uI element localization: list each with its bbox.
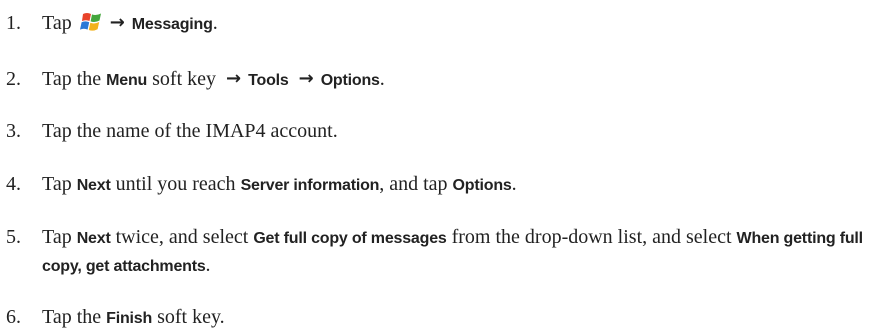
step-text: Tap → Messaging. [42, 10, 877, 38]
start-flag-pane [88, 22, 99, 31]
step-number: 5. [6, 226, 21, 248]
step-text: Tap the Finish soft key. [42, 304, 877, 332]
step-text-run: until you reach [110, 173, 241, 195]
step-text-run: from the drop-down list, and select [446, 226, 737, 248]
step-text: Tap Next until you reach Server informat… [42, 171, 877, 199]
step-text-run: soft key [147, 68, 222, 90]
arrow-right-icon: → [109, 12, 125, 33]
step-number: 6. [6, 306, 21, 328]
step-number: 2. [6, 68, 21, 90]
step-text: Tap the name of the IMAP4 account. [42, 118, 877, 144]
ui-term: Next [76, 230, 111, 247]
step-text-run: . [379, 68, 385, 90]
step-text-run: . [511, 173, 517, 195]
step-text-run: . [212, 12, 218, 34]
step-number: 4. [6, 173, 21, 195]
ui-term: Messaging [131, 16, 213, 33]
ui-term: Get full copy of messages [253, 230, 447, 247]
step-text-run: Tap the [42, 68, 107, 90]
step-text-run: Tap [42, 226, 77, 248]
ui-term: Finish [106, 310, 153, 327]
ui-term: Menu [106, 72, 148, 89]
windows-start-icon [79, 11, 105, 33]
ui-term: Tools [248, 72, 289, 89]
step-text-run: , and tap [379, 173, 453, 195]
step-number: 3. [6, 120, 21, 142]
start-flag-pane [81, 13, 91, 21]
step-text-run: twice, and select [110, 226, 254, 248]
start-flag-pane [79, 21, 89, 30]
ui-term: Options [452, 177, 512, 194]
step-text: Tap the Menu soft key → Tools → Options. [42, 66, 877, 94]
ui-term: Server information [240, 177, 380, 194]
step-number: 1. [6, 12, 21, 34]
ui-term: Next [76, 177, 111, 194]
step-text-run: Tap the [42, 306, 107, 328]
step-text: Tap Next twice, and select Get full copy… [42, 224, 877, 280]
step-text-run: Tap [42, 173, 77, 195]
arrow-right-icon: → [226, 68, 242, 89]
start-flag-pane [90, 13, 101, 23]
step-text-run [289, 68, 294, 90]
step-text-run: Tap the name of the IMAP4 account. [42, 120, 338, 142]
ui-term: Options [320, 72, 380, 89]
step-text-run: . [205, 254, 211, 276]
arrow-right-icon: → [298, 68, 314, 89]
step-text-run: Tap [42, 12, 77, 34]
step-text-run: soft key. [152, 306, 225, 328]
